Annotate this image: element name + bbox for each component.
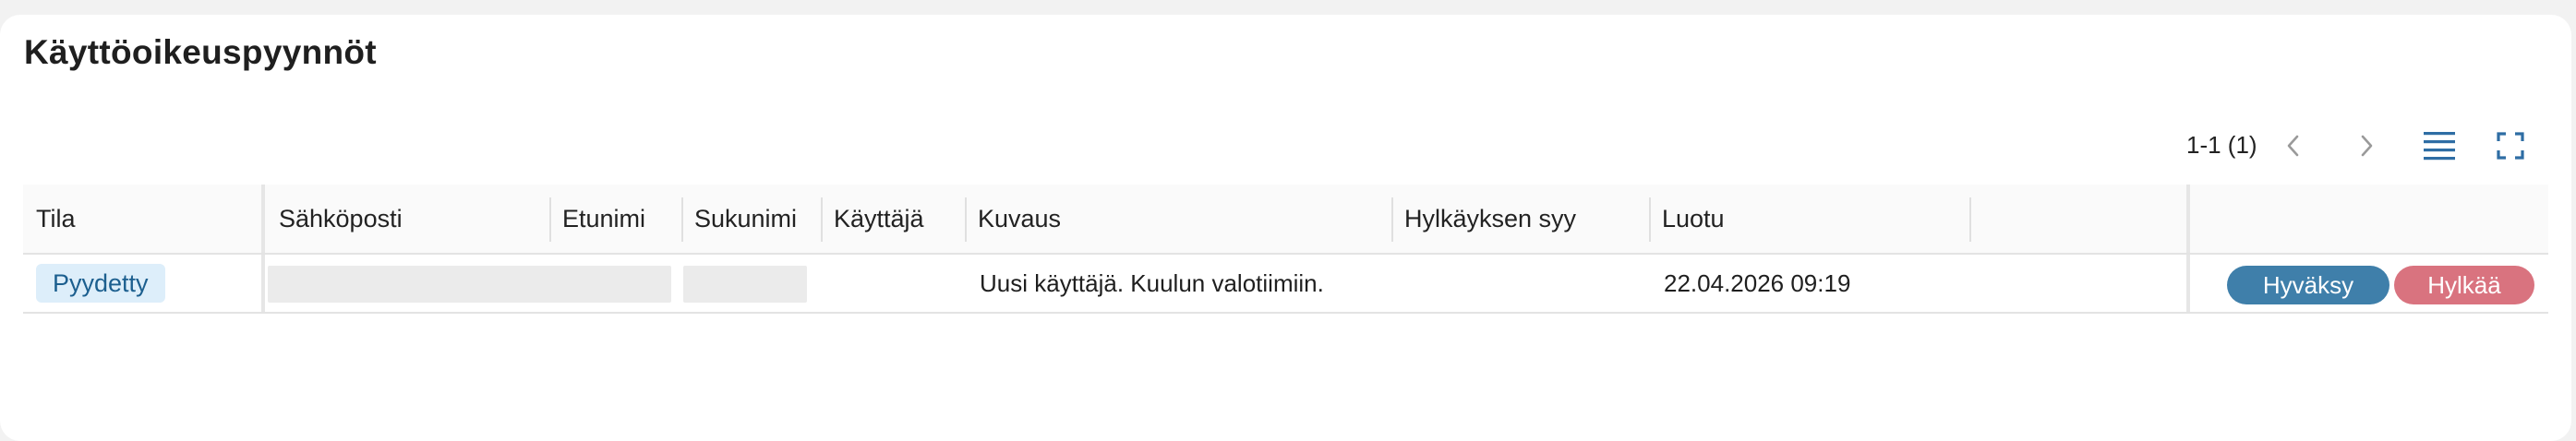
chevron-right-icon bbox=[2361, 135, 2373, 157]
column-separator bbox=[261, 185, 265, 253]
prev-page-button[interactable] bbox=[2273, 125, 2314, 166]
page-title: Käyttöoikeuspyynnöt bbox=[24, 33, 377, 71]
chevron-left-icon bbox=[2287, 135, 2299, 157]
reject-button[interactable]: Hylkää bbox=[2394, 266, 2534, 304]
density-button[interactable] bbox=[2419, 125, 2460, 166]
created-cell: 22.04.2026 09:19 bbox=[1664, 269, 1851, 297]
density-icon bbox=[2424, 132, 2455, 161]
last-name-placeholder bbox=[683, 266, 807, 303]
column-header-last-name[interactable]: Sukunimi bbox=[681, 185, 822, 253]
pagination-text: 1-1 (1) bbox=[2186, 131, 2257, 159]
column-header-first-name[interactable]: Etunimi bbox=[549, 185, 682, 253]
status-cell: Pyydetty bbox=[23, 255, 261, 312]
actions-column-separator bbox=[2186, 185, 2190, 253]
column-header-description[interactable]: Kuvaus bbox=[965, 185, 1392, 253]
email-placeholder bbox=[268, 266, 554, 303]
column-header-status[interactable]: Tila bbox=[23, 185, 263, 253]
column-header-created[interactable]: Luotu bbox=[1649, 185, 1970, 253]
column-header-user[interactable]: Käyttäjä bbox=[821, 185, 966, 253]
column-header-email[interactable]: Sähköposti bbox=[266, 185, 552, 253]
next-page-button[interactable] bbox=[2346, 125, 2387, 166]
fullscreen-button[interactable] bbox=[2490, 125, 2531, 166]
description-cell: Uusi käyttäjä. Kuulun valotiimiin. bbox=[980, 269, 1324, 297]
fullscreen-icon bbox=[2497, 132, 2524, 160]
column-header-rejection-reason[interactable]: Hylkäyksen syy bbox=[1391, 185, 1650, 253]
first-name-placeholder bbox=[548, 266, 671, 303]
approve-button[interactable]: Hyväksy bbox=[2227, 266, 2389, 304]
column-separator bbox=[261, 255, 265, 312]
column-separator bbox=[1969, 197, 1971, 242]
access-requests-table: Tila Sähköposti Etunimi Sukunimi Käyttäj… bbox=[23, 185, 2548, 314]
actions-column-separator bbox=[2186, 255, 2190, 312]
table-row[interactable]: Pyydetty Uusi käyttäjä. Kuulun valotiimi… bbox=[23, 255, 2548, 314]
table-header: Tila Sähköposti Etunimi Sukunimi Käyttäj… bbox=[23, 185, 2548, 255]
status-badge: Pyydetty bbox=[36, 264, 165, 303]
